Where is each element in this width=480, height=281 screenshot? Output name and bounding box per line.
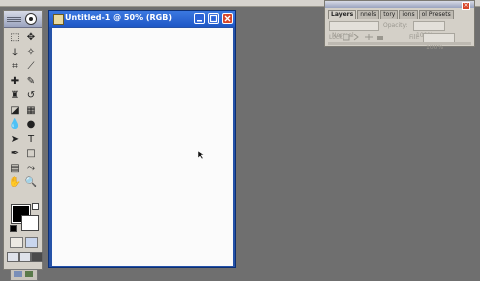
grip-icon bbox=[7, 16, 21, 22]
eyedropper-tool-button[interactable]: ⤳ bbox=[24, 162, 38, 175]
tab-history[interactable]: tory bbox=[380, 10, 399, 19]
document-titlebar[interactable]: Untitled-1 @ 50% (RGB) bbox=[49, 11, 235, 27]
tab-channels[interactable]: nnels bbox=[357, 10, 380, 19]
palette-titlebar[interactable]: × bbox=[325, 1, 474, 10]
tool-grid: ⬚ ✥ ↆ ✧ ⌗ ⟋ ✚ ✎ ♜ ↺ ◪ ▦ 💧 ● ➤ T ✒ □ ▤ ⤳ ✋ 🔍 bbox=[8, 31, 40, 191]
move-tool-button[interactable]: ✥ bbox=[24, 31, 38, 44]
pen-tool-button[interactable]: ✒ bbox=[8, 147, 22, 160]
full-screen-menu-mode-button[interactable] bbox=[19, 252, 31, 262]
toolbox-titlebar[interactable] bbox=[4, 11, 42, 28]
lock-all-icon[interactable] bbox=[377, 36, 383, 40]
eraser-tool-icon: ◪ bbox=[10, 104, 20, 116]
pen-tool-icon: ✒ bbox=[10, 148, 20, 159]
notes-tool-button[interactable]: ▤ bbox=[8, 162, 22, 175]
hand-tool-button[interactable]: ✋ bbox=[8, 176, 22, 189]
close-button[interactable] bbox=[222, 13, 233, 24]
healing-brush-tool-button[interactable]: ✚ bbox=[8, 75, 22, 88]
palette-close-button[interactable]: × bbox=[462, 2, 470, 10]
healing-brush-tool-icon: ✚ bbox=[10, 75, 20, 87]
lasso-tool-button[interactable]: ↆ bbox=[8, 46, 22, 59]
blend-mode-select[interactable]: Normal bbox=[329, 21, 379, 39]
rectangle-tool-icon: □ bbox=[26, 148, 36, 159]
image-canvas[interactable] bbox=[52, 28, 233, 266]
tab-tool-presets[interactable]: ol Presets bbox=[418, 10, 454, 19]
standard-screen-mode-button[interactable] bbox=[7, 252, 19, 262]
eyedropper-tool-icon: ⤳ bbox=[27, 162, 35, 174]
rectangle-tool-button[interactable]: □ bbox=[24, 147, 38, 160]
maximize-icon bbox=[209, 14, 218, 23]
clone-stamp-tool-icon: ♜ bbox=[10, 90, 20, 101]
crop-tool-button[interactable]: ⌗ bbox=[8, 60, 22, 73]
zoom-tool-button[interactable]: 🔍 bbox=[24, 176, 38, 189]
layers-palette: × Layersnnelstoryionsol Presets Normal O… bbox=[324, 0, 475, 51]
history-brush-tool-button[interactable]: ↺ bbox=[24, 89, 38, 102]
marquee-tool-button[interactable]: ⬚ bbox=[8, 31, 22, 44]
layers-list[interactable] bbox=[328, 42, 471, 45]
dodge-tool-button[interactable]: ● bbox=[24, 118, 38, 131]
minimize-icon bbox=[197, 20, 202, 22]
lock-buttons bbox=[343, 34, 383, 41]
magic-wand-tool-button[interactable]: ✧ bbox=[24, 46, 38, 59]
document-window: Untitled-1 @ 50% (RGB) bbox=[48, 10, 236, 268]
background-color-swatch[interactable] bbox=[21, 215, 39, 231]
jump-to-imageready-button[interactable] bbox=[10, 269, 38, 281]
tab-actions[interactable]: ions bbox=[399, 10, 418, 19]
clone-stamp-tool-button[interactable]: ♜ bbox=[8, 89, 22, 102]
marquee-tool-icon: ⬚ bbox=[10, 32, 20, 43]
blur-tool-icon: 💧 bbox=[8, 119, 22, 130]
opacity-label: Opacity: bbox=[383, 22, 408, 29]
brush-tool-button[interactable]: ✎ bbox=[24, 75, 38, 88]
document-icon bbox=[53, 14, 64, 25]
type-tool-icon: T bbox=[27, 133, 35, 145]
type-tool-button[interactable]: T bbox=[24, 133, 38, 146]
palette-tabs: Layers nnels tory ions ol Presets bbox=[328, 10, 454, 19]
lasso-tool-icon: ↆ bbox=[12, 46, 18, 58]
document-title: Untitled-1 @ 50% (RGB) bbox=[65, 13, 173, 22]
zoom-tool-icon: 🔍 bbox=[24, 177, 38, 188]
lock-image-icon[interactable] bbox=[353, 34, 359, 41]
toolbox-palette: ⬚ ✥ ↆ ✧ ⌗ ⟋ ✚ ✎ ♜ ↺ ◪ ▦ 💧 ● ➤ T ✒ □ ▤ ⤳ ✋ 🔍 bbox=[3, 10, 43, 281]
slice-tool-button[interactable]: ⟋ bbox=[24, 60, 38, 73]
magic-wand-tool-icon: ✧ bbox=[26, 46, 36, 58]
swap-colors-icon[interactable] bbox=[32, 203, 39, 210]
minimize-button[interactable] bbox=[194, 13, 205, 24]
close-icon bbox=[224, 15, 231, 22]
blur-tool-button[interactable]: 💧 bbox=[8, 118, 22, 131]
standard-mode-button[interactable] bbox=[10, 237, 23, 248]
dodge-tool-icon: ● bbox=[26, 119, 36, 130]
quick-mask-mode-button[interactable] bbox=[25, 237, 38, 248]
eye-icon[interactable] bbox=[25, 13, 37, 25]
gradient-tool-icon: ▦ bbox=[26, 104, 36, 116]
mouse-cursor-icon bbox=[198, 151, 205, 159]
tab-layers[interactable]: Layers bbox=[328, 10, 357, 19]
default-colors-icon[interactable] bbox=[10, 225, 17, 232]
full-screen-mode-button[interactable] bbox=[31, 252, 43, 262]
lock-position-icon[interactable] bbox=[365, 34, 373, 40]
path-selection-tool-button[interactable]: ➤ bbox=[8, 133, 22, 146]
hand-tool-icon: ✋ bbox=[8, 177, 22, 188]
eraser-tool-button[interactable]: ◪ bbox=[8, 104, 22, 117]
opacity-field[interactable]: 100% bbox=[413, 21, 445, 39]
notes-tool-icon: ▤ bbox=[10, 162, 20, 174]
path-selection-tool-icon: ➤ bbox=[10, 133, 20, 145]
crop-tool-icon: ⌗ bbox=[12, 61, 18, 72]
close-icon: × bbox=[463, 2, 469, 9]
move-tool-icon: ✥ bbox=[26, 32, 36, 43]
lock-transparency-icon[interactable] bbox=[343, 34, 350, 41]
imageready-icon bbox=[14, 271, 33, 277]
maximize-button[interactable] bbox=[208, 13, 219, 24]
gradient-tool-button[interactable]: ▦ bbox=[24, 104, 38, 117]
history-brush-tool-icon: ↺ bbox=[26, 90, 36, 101]
fill-value: 100% bbox=[426, 44, 444, 51]
fill-label: Fill: bbox=[409, 34, 420, 41]
slice-tool-icon: ⟋ bbox=[27, 61, 35, 72]
brush-tool-icon: ✎ bbox=[26, 75, 36, 87]
